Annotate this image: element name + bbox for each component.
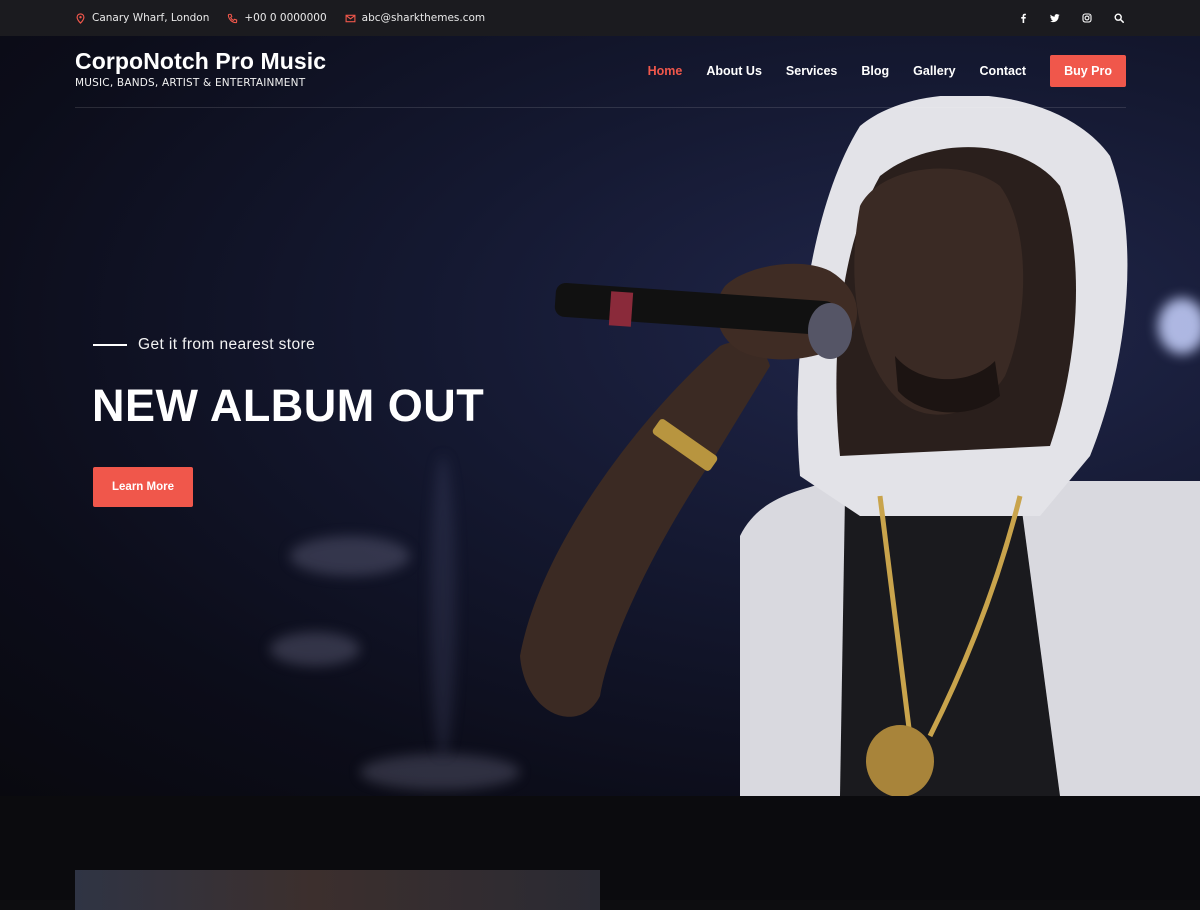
- phone-info[interactable]: +00 0 0000000: [227, 12, 327, 24]
- buy-pro-button[interactable]: Buy Pro: [1050, 55, 1126, 87]
- stage-light: [360, 754, 520, 790]
- top-bar: Canary Wharf, London +00 0 0000000 abc@s…: [0, 0, 1200, 36]
- instagram-icon[interactable]: [1081, 12, 1093, 24]
- hero-eyebrow: Get it from nearest store: [93, 336, 315, 354]
- stage-light: [290, 536, 410, 576]
- address-info: Canary Wharf, London: [75, 12, 209, 24]
- nav-item-about-us[interactable]: About Us: [706, 64, 762, 78]
- envelope-icon: [345, 14, 356, 22]
- phone-icon: [228, 13, 238, 23]
- eyebrow-divider: [93, 344, 127, 346]
- site-header: CorpoNotch Pro Music MUSIC, BANDS, ARTIS…: [75, 36, 1126, 108]
- twitter-icon[interactable]: [1049, 12, 1061, 24]
- site-title[interactable]: CorpoNotch Pro Music: [75, 48, 326, 75]
- main-nav: Home About Us Services Blog Gallery Cont…: [624, 55, 1126, 87]
- nav-item-home[interactable]: Home: [648, 64, 683, 78]
- site-tagline: MUSIC, BANDS, ARTIST & ENTERTAINMENT: [75, 77, 306, 89]
- nav-item-contact[interactable]: Contact: [980, 64, 1027, 78]
- learn-more-button[interactable]: Learn More: [93, 467, 193, 507]
- section-image: [75, 870, 600, 910]
- stage-light: [430, 456, 456, 756]
- hero-headline: NEW ALBUM OUT: [92, 380, 485, 431]
- nav-item-blog[interactable]: Blog: [861, 64, 889, 78]
- search-icon[interactable]: [1113, 12, 1125, 24]
- performer-image: [520, 96, 1200, 796]
- location-pin-icon: [76, 12, 85, 24]
- next-section: [0, 796, 1200, 910]
- facebook-icon[interactable]: [1017, 12, 1029, 24]
- nav-item-gallery[interactable]: Gallery: [913, 64, 955, 78]
- hero-section: CorpoNotch Pro Music MUSIC, BANDS, ARTIS…: [0, 36, 1200, 796]
- address-text: Canary Wharf, London: [92, 12, 210, 24]
- phone-text: +00 0 0000000: [244, 12, 327, 24]
- hero-eyebrow-text: Get it from nearest store: [138, 336, 316, 353]
- social-links: [997, 12, 1125, 24]
- email-info[interactable]: abc@sharkthemes.com: [345, 12, 485, 24]
- nav-item-services[interactable]: Services: [786, 64, 837, 78]
- email-text: abc@sharkthemes.com: [361, 12, 486, 24]
- stage-light: [270, 632, 360, 666]
